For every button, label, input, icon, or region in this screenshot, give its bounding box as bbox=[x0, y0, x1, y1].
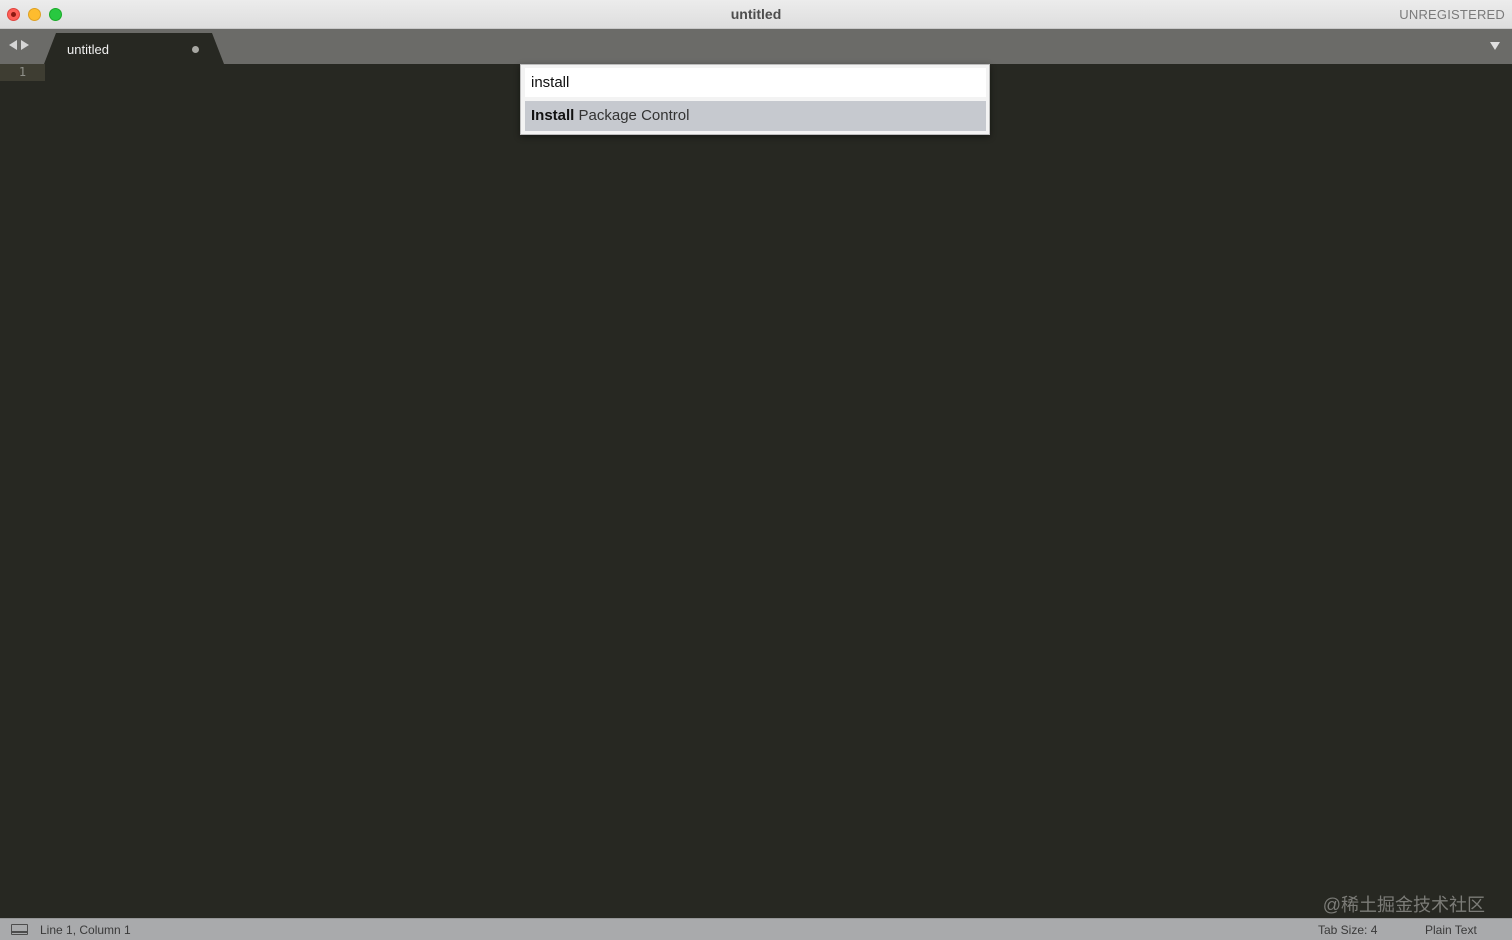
tab-untitled[interactable]: untitled bbox=[44, 33, 224, 64]
tab-dirty-indicator-icon[interactable] bbox=[192, 46, 199, 53]
sublime-window: untitled UNREGISTERED untitled 1 Install… bbox=[0, 0, 1512, 940]
tab-label: untitled bbox=[67, 42, 109, 57]
command-palette: Install Package Control bbox=[520, 64, 990, 135]
panel-toggle-icon[interactable] bbox=[11, 924, 28, 935]
line-number: 1 bbox=[0, 64, 45, 81]
tab-list-menu-icon[interactable] bbox=[1490, 42, 1500, 50]
back-arrow-icon[interactable] bbox=[9, 40, 17, 50]
result-rest-text: Package Control bbox=[574, 107, 690, 124]
forward-arrow-icon[interactable] bbox=[21, 40, 29, 50]
status-bar: Line 1, Column 1 Tab Size: 4 Plain Text bbox=[0, 918, 1512, 940]
title-bar: untitled UNREGISTERED bbox=[0, 0, 1512, 29]
result-match-text: Install bbox=[531, 107, 575, 124]
editor-area[interactable]: 1 bbox=[0, 64, 1512, 918]
cursor-position: Line 1, Column 1 bbox=[40, 923, 131, 937]
window-title: untitled bbox=[730, 6, 782, 22]
command-palette-result[interactable]: Install Package Control bbox=[525, 101, 986, 131]
license-status[interactable]: UNREGISTERED bbox=[1399, 7, 1505, 22]
watermark: @稀土掘金技术社区 bbox=[1322, 895, 1485, 915]
tab-navigation bbox=[9, 40, 29, 50]
tab-size-selector[interactable]: Tab Size: 4 bbox=[1318, 923, 1377, 937]
tab-bar: untitled bbox=[0, 29, 1512, 64]
command-palette-input[interactable] bbox=[525, 68, 986, 97]
syntax-selector[interactable]: Plain Text bbox=[1425, 923, 1477, 937]
